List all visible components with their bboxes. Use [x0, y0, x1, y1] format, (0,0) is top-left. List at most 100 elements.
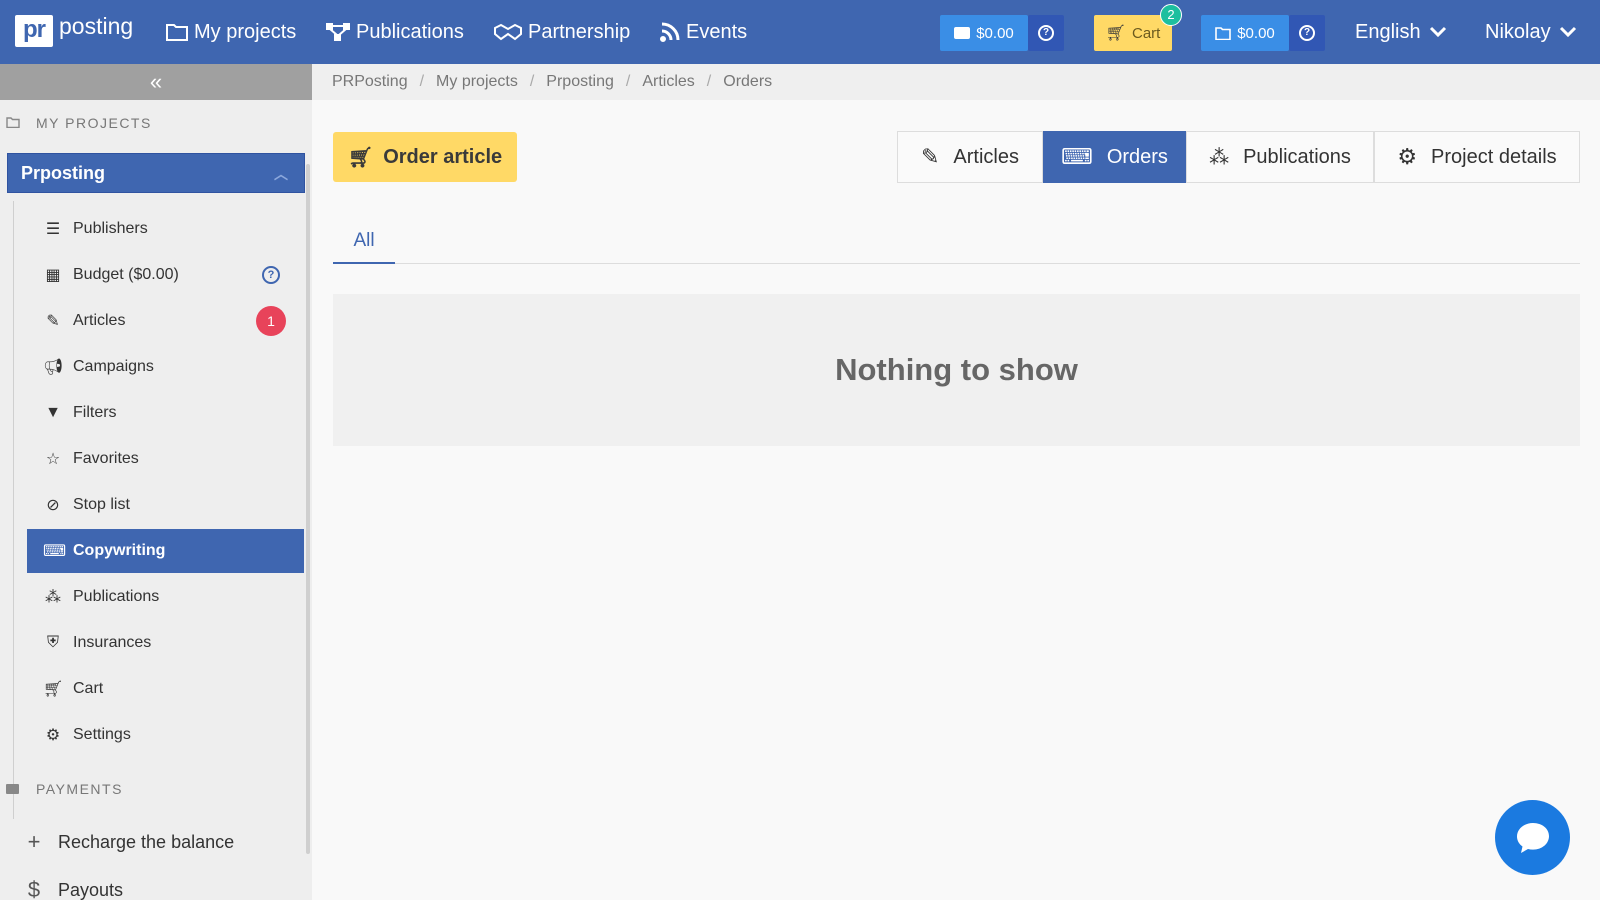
logo[interactable]: pr posting: [15, 12, 134, 47]
projects-help-button[interactable]: ?: [1289, 15, 1325, 51]
sidebar-scrollbar[interactable]: [306, 164, 310, 854]
pencil-icon: ✎: [46, 313, 60, 330]
tab-publications[interactable]: ⁂ Publications: [1186, 131, 1374, 183]
nav-publications-label: Publications: [356, 20, 464, 43]
tree-line: [13, 201, 14, 819]
nav-my-projects-label: My projects: [194, 20, 297, 43]
projects-balance-value: $0.00: [1237, 24, 1275, 42]
articles-count-badge: 1: [256, 306, 286, 336]
language-label: English: [1355, 20, 1421, 43]
gears-icon: ⚙: [45, 727, 61, 744]
user-name: Nikolay: [1485, 20, 1551, 43]
sidebar-item-campaigns[interactable]: 📢︎ Campaigns: [27, 345, 304, 389]
nav-events[interactable]: Events: [660, 0, 747, 64]
nav-events-label: Events: [686, 20, 748, 43]
sidebar-collapse-button[interactable]: «: [0, 64, 312, 100]
filter-tab-all[interactable]: All: [333, 220, 395, 264]
megaphone-icon: 📢︎: [43, 359, 64, 376]
sidebar-item-label: Copywriting: [73, 542, 166, 559]
keyboard-icon: ⌨: [43, 543, 67, 560]
tab-orders[interactable]: ⌨ Orders: [1043, 131, 1186, 183]
logo-text: posting: [59, 12, 134, 39]
breadcrumb-item[interactable]: PRPosting: [332, 73, 408, 91]
breadcrumb-item[interactable]: My projects: [436, 73, 518, 91]
ban-icon: ⊘: [46, 497, 60, 514]
calculator-icon: ▦: [45, 267, 61, 284]
empty-state-text: Nothing to show: [835, 352, 1078, 387]
wallet-balance-value: $0.00: [976, 24, 1014, 42]
sidebar-item-recharge[interactable]: + Recharge the balance: [22, 822, 302, 862]
sidebar-item-label: Publishers: [73, 220, 148, 237]
chevron-up-icon: ︿: [274, 166, 288, 182]
cart-label: Cart: [1131, 24, 1161, 42]
cart-icon: 🛒︎: [1105, 25, 1126, 42]
breadcrumb: PRPosting / My projects / Prposting / Ar…: [312, 64, 1600, 100]
sidebar-item-label: Publications: [73, 588, 160, 605]
sidebar-item-label: Articles: [73, 312, 126, 329]
logo-mark: pr: [15, 15, 53, 47]
breadcrumb-separator: /: [706, 73, 712, 90]
filter-tabs: All: [333, 220, 1580, 264]
breadcrumb-item[interactable]: Prposting: [546, 73, 614, 91]
sidebar-item-filters[interactable]: ▼ Filters: [27, 391, 304, 435]
projects-balance-button[interactable]: $0.00: [1201, 15, 1289, 51]
sidebar-item-budget[interactable]: ▦ Budget ($0.00) ?: [27, 253, 304, 297]
question-circle-icon: ?: [1038, 25, 1054, 41]
sidebar-item-copywriting[interactable]: ⌨ Copywriting: [27, 529, 304, 573]
sidebar-section-payments: PAYMENTS: [0, 776, 123, 802]
chat-bubble-icon: [1516, 822, 1549, 853]
sidebar-item-favorites[interactable]: ☆ Favorites: [27, 437, 304, 481]
sidebar-item-stop-list[interactable]: ⊘ Stop list: [27, 483, 304, 527]
gears-icon: ⚙: [1397, 144, 1418, 169]
handshake-icon: [494, 23, 522, 41]
sidebar-item-insurances[interactable]: ⛨ Insurances: [27, 621, 304, 665]
tab-label: Publications: [1243, 145, 1351, 168]
project-accordion-header[interactable]: Prposting ︿: [7, 153, 305, 193]
user-dropdown[interactable]: Nikolay: [1485, 0, 1577, 64]
breadcrumb-current: Orders: [723, 73, 773, 90]
sidebar-item-label: Settings: [73, 726, 131, 743]
chat-widget-button[interactable]: [1495, 800, 1570, 875]
sidebar-item-articles[interactable]: ✎ Articles 1: [27, 299, 304, 343]
order-article-label: Order article: [383, 145, 503, 168]
sidebar-item-publishers[interactable]: ☰ Publishers: [27, 207, 304, 251]
sidebar-item-payouts[interactable]: $ Payouts: [22, 870, 302, 900]
payout-icon: $: [27, 877, 41, 900]
rss-icon: [660, 22, 680, 42]
empty-state: Nothing to show: [333, 294, 1580, 446]
breadcrumb-separator: /: [529, 73, 535, 90]
sidebar-section-label: PAYMENTS: [36, 781, 123, 797]
sidebar-item-label: Insurances: [73, 634, 152, 651]
sidebar-item-publications[interactable]: ⁂ Publications: [27, 575, 304, 619]
chevron-down-icon: [1559, 26, 1576, 38]
list-icon: ☰: [45, 221, 61, 238]
wallet-balance-button[interactable]: $0.00: [940, 15, 1028, 51]
filter-icon: ▼: [45, 404, 61, 421]
sidebar-item-label: Stop list: [73, 496, 130, 513]
nav-partnership-label: Partnership: [528, 20, 631, 43]
nav-my-projects[interactable]: My projects: [166, 0, 296, 64]
sidebar-item-settings[interactable]: ⚙ Settings: [27, 713, 304, 757]
sidebar-item-label: Campaigns: [73, 358, 154, 375]
sidebar-item-label: Recharge the balance: [58, 831, 235, 852]
sidebar-item-label: Payouts: [58, 879, 124, 900]
tab-project-details[interactable]: ⚙ Project details: [1374, 131, 1580, 183]
star-icon: ☆: [45, 451, 61, 468]
sidebar-item-cart[interactable]: 🛒︎ Cart: [27, 667, 304, 711]
tab-articles[interactable]: ✎ Articles: [897, 131, 1043, 183]
wallet-help-button[interactable]: ?: [1028, 15, 1064, 51]
nav-publications[interactable]: Publications: [326, 0, 464, 64]
wallet-icon: [954, 27, 971, 39]
nav-partnership[interactable]: Partnership: [494, 0, 630, 64]
question-circle-icon[interactable]: ?: [262, 266, 280, 284]
sidebar-item-label: Cart: [73, 680, 104, 697]
wallet-icon: [6, 781, 28, 797]
cart-button[interactable]: 🛒︎ Cart: [1094, 15, 1172, 51]
language-dropdown[interactable]: English: [1355, 0, 1447, 64]
question-circle-icon: ?: [1299, 25, 1315, 41]
sidebar: « MY PROJECTS Prposting ︿ ☰ Publishers ▦…: [0, 64, 312, 900]
order-article-button[interactable]: 🛒︎ Order article: [333, 132, 517, 182]
keyboard-icon: ⌨: [1061, 144, 1093, 169]
breadcrumb-item[interactable]: Articles: [642, 73, 694, 91]
sidebar-item-label: Budget ($0.00): [73, 266, 179, 283]
